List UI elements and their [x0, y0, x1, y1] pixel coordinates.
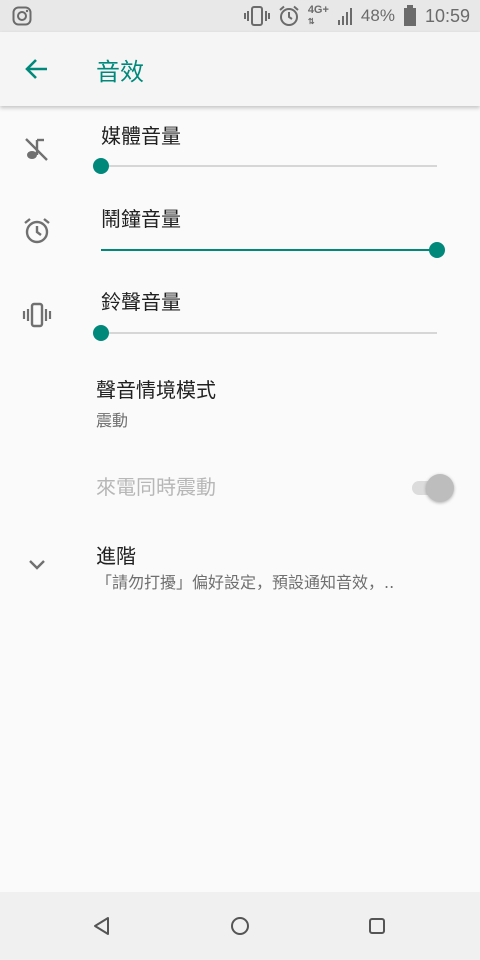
alarm-volume-slider[interactable] [101, 242, 445, 258]
ringtone-vibrate-icon [22, 302, 52, 328]
sound-mode-summary: 震動 [96, 411, 129, 430]
instagram-icon [12, 6, 32, 26]
status-bar: 4G+ ⇅ 48% 10:59 [0, 0, 480, 32]
battery-percent: 48% [360, 6, 395, 25]
back-arrow-icon[interactable] [22, 54, 52, 84]
recents-square-icon[interactable] [361, 910, 393, 942]
switch-thumb [426, 474, 454, 502]
alarm-volume-label: 鬧鐘音量 [101, 207, 181, 231]
network-label: 4G+ [307, 4, 329, 16]
media-volume-thumb[interactable] [93, 158, 109, 174]
alarm-icon [279, 5, 299, 26]
battery-icon [403, 5, 416, 26]
music-off-icon [25, 138, 48, 161]
ringtone-volume-slider[interactable] [93, 325, 437, 341]
advanced-summary: 「請勿打擾」偏好設定，預設通知音效，.. [96, 573, 395, 592]
sound-mode-title: 聲音情境模式 [96, 378, 216, 402]
home-circle-icon[interactable] [224, 910, 256, 942]
advanced-title: 進階 [96, 544, 136, 568]
alarm-volume-thumb[interactable] [429, 242, 445, 258]
page-title: 音效 [96, 58, 144, 86]
chevron-down-icon [29, 560, 45, 570]
vibrate-when-ringing-title: 來電同時震動 [96, 475, 216, 499]
network-4g-icon: 4G+ ⇅ [307, 4, 329, 27]
vibrate-icon [243, 6, 270, 26]
media-volume-slider[interactable] [93, 158, 437, 174]
alarm-volume-fill [101, 249, 437, 251]
signal-icon [337, 8, 352, 25]
alarm-volume-icon [24, 218, 50, 244]
clock: 10:59 [424, 5, 470, 26]
app-bar: 音效 [0, 32, 480, 106]
back-triangle-icon[interactable] [86, 910, 118, 942]
ringtone-volume-label: 鈴聲音量 [101, 290, 181, 314]
vibrate-when-ringing-switch [410, 474, 456, 502]
navigation-bar [0, 892, 480, 960]
media-volume-label: 媒體音量 [101, 124, 181, 148]
ringtone-volume-thumb[interactable] [93, 325, 109, 341]
